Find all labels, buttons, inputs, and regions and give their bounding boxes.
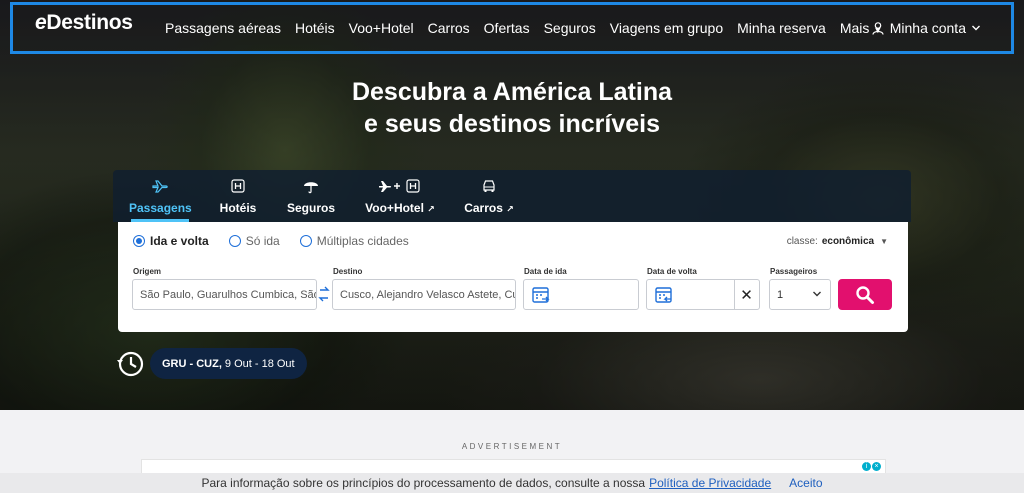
tab-voo-hotel-label-wrap: Voo+Hotel ↗	[363, 201, 437, 215]
recent-search-pill[interactable]: GRU - CUZ, 9 Out - 18 Out	[150, 348, 307, 379]
mais-label: Mais	[839, 20, 870, 36]
headline-line-2: e seus destinos incríveis	[364, 110, 660, 138]
search-icon	[856, 285, 874, 304]
account-label: Minha conta	[889, 20, 966, 36]
tab-carros-label-wrap: Carros ↗	[463, 201, 515, 215]
tab-carros-label: Carros	[464, 201, 503, 215]
hotel-icon	[214, 176, 262, 196]
radio-ida-e-volta-label: Ida e volta	[150, 234, 209, 248]
plane-plus-hotel-icon	[363, 176, 437, 196]
radio-circle-checked	[133, 235, 145, 247]
nav-item-viagens-em-grupo[interactable]: Viagens em grupo	[610, 20, 723, 36]
swap-icon[interactable]	[318, 285, 330, 308]
clear-return-date-button[interactable]: ✕	[734, 279, 758, 310]
flight-search-form: Ida e volta Só ida Múltiplas cidades cla…	[118, 222, 908, 332]
close-icon: ×	[872, 462, 881, 471]
umbrella-icon	[285, 176, 337, 196]
radio-so-ida[interactable]: Só ida	[228, 234, 280, 248]
passengers-value: 1	[777, 288, 784, 301]
radio-circle	[299, 235, 312, 247]
depart-date-input[interactable]	[523, 279, 639, 310]
destination-label: Destino	[333, 267, 363, 276]
passengers-select[interactable]: 1	[769, 279, 831, 310]
logo-text: Destinos	[46, 11, 133, 34]
search-button[interactable]	[838, 279, 892, 310]
radio-so-ida-label: Só ida	[245, 234, 280, 248]
info-icon: i	[862, 462, 871, 471]
close-icon: ✕	[740, 286, 753, 304]
radio-circle	[228, 235, 241, 247]
plane-icon	[129, 176, 191, 196]
nav-item-ofertas[interactable]: Ofertas	[484, 20, 530, 36]
tab-hoteis-label: Hotéis	[219, 201, 257, 215]
class-value: econômica	[821, 236, 875, 247]
accept-cookies-button[interactable]: Aceito	[789, 476, 822, 490]
tab-voo-hotel-label: Voo+Hotel	[365, 201, 424, 215]
origin-input[interactable]: São Paulo, Guarulhos Cumbica, São Paulo	[132, 279, 317, 310]
tab-voo-hotel[interactable]: Voo+Hotel ↗	[363, 176, 437, 222]
user-icon	[872, 21, 884, 35]
external-link-icon: ↗	[506, 204, 514, 214]
cookie-text: Para informação sobre os princípios do p…	[201, 476, 646, 490]
nav-item-carros[interactable]: Carros	[428, 20, 470, 36]
destination-input[interactable]: Cusco, Alejandro Velasco Astete, Cusco	[332, 279, 516, 310]
search-tabs: Passagens Hotéis Seguros Voo+Hotel ↗ Car…	[113, 170, 911, 222]
hero-headline: Descubra a América Latina e seus destino…	[0, 76, 1024, 140]
radio-multiplas-cidades[interactable]: Múltiplas cidades	[299, 234, 409, 248]
chevron-down-icon	[813, 291, 821, 297]
account-menu[interactable]: Minha conta	[872, 5, 987, 51]
advertisement-label: ADVERTISEMENT	[461, 442, 563, 451]
chevron-down-icon	[972, 25, 980, 31]
origin-label: Origem	[133, 267, 162, 276]
tab-passagens[interactable]: Passagens	[129, 176, 192, 222]
external-link-icon: ↗	[427, 204, 435, 214]
tab-carros[interactable]: Carros ↗	[463, 176, 515, 222]
history-icon	[117, 351, 144, 377]
logo-e: e	[35, 11, 47, 34]
top-navigation: eDestinos Passagens aéreas Hotéis Voo+Ho…	[10, 2, 1014, 54]
calendar-icon	[532, 287, 550, 303]
car-icon	[463, 176, 515, 196]
tab-passagens-label: Passagens	[129, 201, 192, 215]
tab-seguros[interactable]: Seguros	[285, 176, 337, 222]
passengers-label: Passageiros	[770, 267, 818, 276]
tab-hoteis[interactable]: Hotéis	[214, 176, 262, 222]
trip-type-radios: Ida e volta Só ida Múltiplas cidades	[133, 234, 429, 248]
nav-item-minha-reserva[interactable]: Minha reserva	[737, 20, 826, 36]
return-date-label: Data de volta	[647, 267, 697, 276]
nav-item-hoteis[interactable]: Hotéis	[295, 20, 335, 36]
cookie-bar: Para informação sobre os princípios do p…	[0, 473, 1024, 493]
edestinos-logo[interactable]: eDestinos	[35, 11, 133, 35]
calendar-icon	[655, 287, 672, 303]
recent-search-dates: 9 Out - 18 Out	[224, 357, 295, 370]
recent-search-route: GRU - CUZ,	[162, 357, 222, 370]
class-selector[interactable]: classe: econômica ▼	[787, 236, 888, 247]
tab-seguros-label: Seguros	[286, 201, 335, 215]
nav-item-voo-hotel[interactable]: Voo+Hotel	[349, 20, 414, 36]
nav-items: Passagens aéreas Hotéis Voo+Hotel Carros…	[165, 5, 896, 51]
caret-down-icon: ▼	[880, 237, 888, 246]
adchoices-icons[interactable]: i ×	[861, 462, 881, 471]
nav-item-passagens-aereas[interactable]: Passagens aéreas	[165, 20, 281, 36]
depart-date-label: Data de ida	[524, 267, 567, 276]
headline-line-1: Descubra a América Latina	[351, 78, 673, 106]
radio-ida-e-volta[interactable]: Ida e volta	[133, 234, 209, 248]
radio-multiplas-cidades-label: Múltiplas cidades	[316, 234, 409, 248]
class-label: classe:	[786, 236, 818, 247]
nav-item-seguros[interactable]: Seguros	[544, 20, 596, 36]
privacy-policy-link[interactable]: Política de Privacidade	[649, 476, 771, 490]
